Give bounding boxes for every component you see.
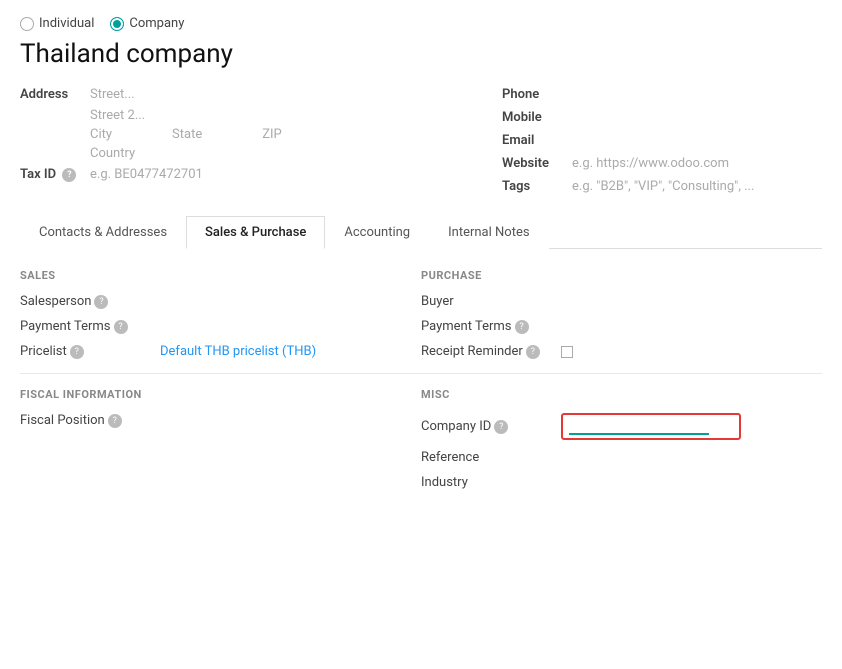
tab-content-sales-purchase: SALES Salesperson ? Payment Terms ? Pric… [20, 249, 822, 500]
city-state-zip-row: City State ZIP [20, 127, 502, 142]
pricelist-label: Pricelist ? [20, 344, 160, 359]
receipt-reminder-help-icon[interactable]: ? [526, 345, 540, 359]
industry-row: Industry [421, 475, 822, 490]
misc-section-header: MISC [421, 388, 822, 401]
purchase-payment-terms-label: Payment Terms ? [421, 319, 561, 334]
city-field[interactable]: City [90, 127, 112, 142]
individual-radio[interactable] [20, 17, 34, 31]
salesperson-row: Salesperson ? [20, 294, 421, 309]
pricelist-row: Pricelist ? Default THB pricelist (THB) [20, 344, 421, 359]
purchase-divider [421, 373, 822, 374]
tab-accounting[interactable]: Accounting [325, 216, 429, 249]
website-label: Website [502, 156, 572, 171]
taxid-row: Tax ID ? e.g. BE0477472701 [20, 167, 502, 182]
company-id-box [561, 413, 741, 440]
taxid-label: Tax ID ? [20, 167, 90, 182]
tags-input[interactable]: e.g. "B2B", "VIP", "Consulting", ... [572, 179, 754, 194]
mobile-row: Mobile [502, 110, 822, 125]
email-row: Email [502, 133, 822, 148]
receipt-reminder-label: Receipt Reminder ? [421, 344, 561, 359]
right-column: Phone Mobile Email Website e.g. https://… [502, 87, 822, 202]
sales-column: SALES Salesperson ? Payment Terms ? Pric… [20, 269, 421, 500]
company-label: Company [129, 16, 184, 31]
fiscal-section-header: FISCAL INFORMATION [20, 388, 421, 401]
address-row: Address Street... [20, 87, 502, 102]
salesperson-help-icon[interactable]: ? [94, 295, 108, 309]
state-field[interactable]: State [172, 127, 202, 142]
street-field[interactable]: Street... [90, 87, 135, 102]
payment-terms-help-icon[interactable]: ? [114, 320, 128, 334]
payment-terms-label: Payment Terms ? [20, 319, 160, 334]
street2-field[interactable]: Street 2... [20, 108, 502, 123]
company-id-label: Company ID ? [421, 419, 561, 434]
reference-label: Reference [421, 450, 561, 465]
company-radio[interactable] [110, 17, 124, 31]
individual-option[interactable]: Individual [20, 16, 94, 31]
tab-sales-purchase[interactable]: Sales & Purchase [186, 216, 325, 249]
tab-bar: Contacts & Addresses Sales & Purchase Ac… [20, 216, 822, 249]
receipt-reminder-checkbox[interactable] [561, 346, 573, 358]
left-column: Address Street... Street 2... City State… [20, 87, 502, 202]
fiscal-position-row: Fiscal Position ? [20, 413, 421, 428]
individual-label: Individual [39, 16, 94, 31]
tags-row: Tags e.g. "B2B", "VIP", "Consulting", ..… [502, 179, 822, 194]
website-placeholder[interactable]: e.g. https://www.odoo.com [572, 156, 729, 171]
address-label: Address [20, 87, 90, 102]
company-id-help-icon[interactable]: ? [494, 420, 508, 434]
fiscal-position-help-icon[interactable]: ? [108, 414, 122, 428]
payment-terms-row: Payment Terms ? [20, 319, 421, 334]
sales-section-header: SALES [20, 269, 421, 282]
purchase-payment-terms-row: Payment Terms ? [421, 319, 822, 334]
country-field[interactable]: Country [20, 146, 502, 161]
sales-purchase-columns: SALES Salesperson ? Payment Terms ? Pric… [20, 269, 822, 500]
fiscal-position-label: Fiscal Position ? [20, 413, 160, 428]
sales-divider [20, 373, 421, 374]
website-row: Website e.g. https://www.odoo.com [502, 156, 822, 171]
pricelist-value[interactable]: Default THB pricelist (THB) [160, 344, 316, 359]
phone-label: Phone [502, 87, 572, 102]
company-id-row: Company ID ? [421, 413, 822, 440]
company-id-input[interactable] [569, 418, 709, 435]
purchase-column: PURCHASE Buyer Payment Terms ? Receipt R… [421, 269, 822, 500]
tab-internal-notes[interactable]: Internal Notes [429, 216, 548, 249]
industry-label: Industry [421, 475, 561, 490]
salesperson-label: Salesperson ? [20, 294, 160, 309]
receipt-reminder-row: Receipt Reminder ? [421, 344, 822, 359]
reference-row: Reference [421, 450, 822, 465]
company-option[interactable]: Company [110, 16, 184, 31]
pricelist-help-icon[interactable]: ? [70, 345, 84, 359]
mobile-label: Mobile [502, 110, 572, 125]
tab-contacts[interactable]: Contacts & Addresses [20, 216, 186, 249]
phone-row: Phone [502, 87, 822, 102]
tags-label: Tags [502, 179, 572, 194]
buyer-label: Buyer [421, 294, 561, 309]
zip-field[interactable]: ZIP [262, 127, 282, 142]
page-title: Thailand company [20, 39, 822, 69]
taxid-input[interactable]: e.g. BE0477472701 [90, 167, 203, 182]
purchase-section-header: PURCHASE [421, 269, 822, 282]
taxid-help-icon[interactable]: ? [62, 168, 76, 182]
contact-form: Address Street... Street 2... City State… [20, 87, 822, 202]
buyer-row: Buyer [421, 294, 822, 309]
email-label: Email [502, 133, 572, 148]
radio-group: Individual Company [20, 16, 822, 31]
purchase-payment-terms-help-icon[interactable]: ? [515, 320, 529, 334]
